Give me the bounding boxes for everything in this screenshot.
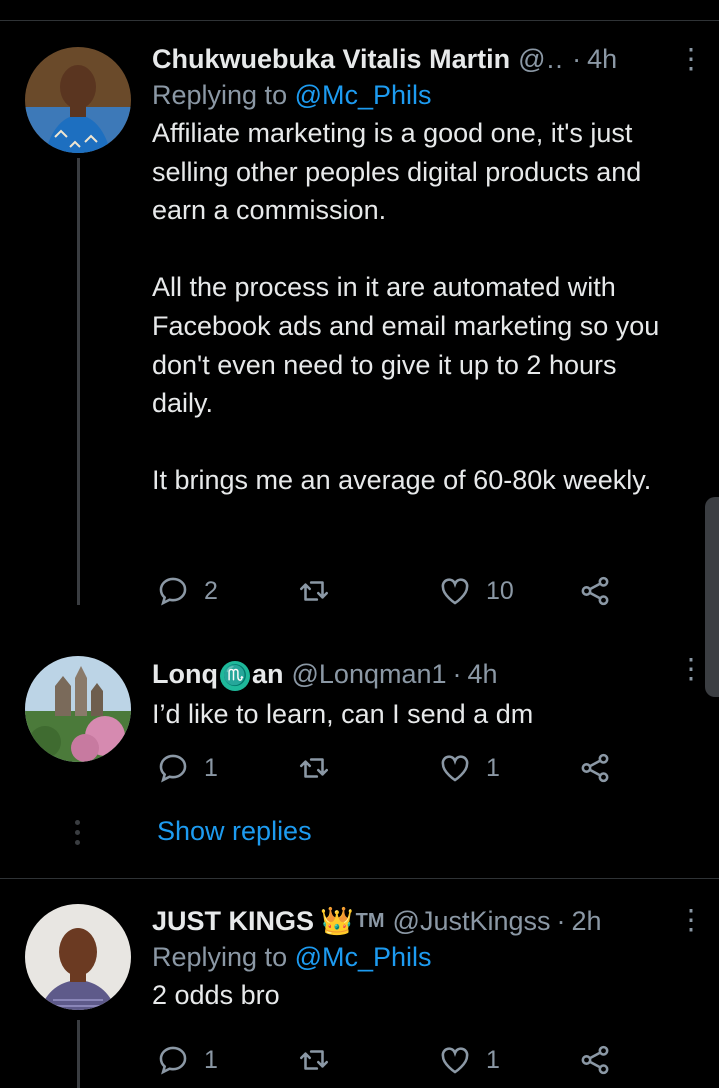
retweet-icon — [299, 758, 329, 778]
reply-icon — [159, 754, 187, 783]
tweet-text: 2 odds bro — [152, 980, 280, 1010]
replying-to: Replying to @Mc_Phils — [152, 76, 671, 114]
display-name[interactable]: Lonq ♏ an — [152, 657, 284, 691]
replying-prefix: Replying to — [152, 80, 295, 110]
reply-button[interactable]: 1 — [156, 751, 218, 785]
crown-emoji-icon: 👑 — [320, 906, 354, 936]
more-options-icon[interactable]: ⋮ — [677, 42, 705, 76]
like-count: 10 — [486, 576, 514, 605]
tweet-actions: 1 1 — [152, 1043, 639, 1083]
thread-continuation-dots — [75, 820, 81, 850]
tweet-header: Chukwuebuka Vitalis Martin @Chukwuebuka … — [152, 42, 671, 76]
retweet-icon — [299, 1050, 329, 1070]
share-button[interactable] — [578, 1043, 612, 1077]
heart-icon — [441, 755, 469, 782]
handle[interactable]: @Chukwuebuka — [518, 42, 566, 76]
more-options-icon[interactable]: ⋮ — [677, 903, 705, 937]
retweet-button[interactable] — [297, 574, 331, 608]
top-divider — [0, 20, 719, 21]
heart-icon — [441, 1047, 469, 1074]
reply-button[interactable]: 1 — [156, 1043, 218, 1077]
handle[interactable]: @Lonqman1 — [292, 657, 447, 691]
retweet-icon — [299, 581, 329, 601]
timestamp[interactable]: 4h — [468, 657, 498, 691]
thread-line — [77, 158, 80, 605]
avatar[interactable] — [25, 47, 131, 153]
timestamp[interactable]: 2h — [572, 904, 602, 938]
retweet-button[interactable] — [297, 751, 331, 785]
tweet-actions: 2 10 — [152, 574, 639, 614]
like-count: 1 — [486, 1045, 500, 1074]
tweet-text: I’d like to learn, can I send a dm — [152, 699, 534, 729]
replying-to: Replying to @Mc_Phils — [152, 938, 671, 976]
separator-dot: · — [572, 44, 582, 74]
reply-count: 2 — [204, 576, 218, 605]
scrollbar-thumb[interactable] — [705, 497, 719, 697]
share-button[interactable] — [578, 574, 612, 608]
retweet-button[interactable] — [297, 1043, 331, 1077]
like-button[interactable]: 1 — [438, 1043, 500, 1077]
like-button[interactable]: 1 — [438, 751, 500, 785]
thread-line — [77, 1020, 80, 1088]
timestamp[interactable]: 4h — [587, 42, 617, 76]
display-name[interactable]: Chukwuebuka Vitalis Martin — [152, 42, 510, 76]
share-button[interactable] — [578, 751, 612, 785]
separator-dot: · — [452, 659, 462, 689]
reply-icon — [159, 1046, 187, 1075]
reply-count: 1 — [204, 1045, 218, 1074]
show-replies-link[interactable]: Show replies — [157, 816, 312, 847]
display-name-part2: an — [251, 659, 284, 689]
tweet-divider — [0, 878, 719, 879]
tweet-actions: 1 1 — [152, 751, 639, 791]
like-count: 1 — [486, 753, 500, 782]
reply-count: 1 — [204, 753, 218, 782]
handle[interactable]: @JustKingss — [393, 904, 551, 938]
tweet-text: Affiliate marketing is a good one, it's … — [152, 118, 660, 496]
display-name-part1: Lonq — [152, 659, 218, 689]
share-icon — [581, 576, 609, 606]
tweet-header: JUST KINGS 👑 TM @JustKingss · 2h — [152, 904, 671, 938]
share-icon — [581, 1045, 609, 1075]
mention-link[interactable]: @Mc_Phils — [295, 942, 432, 972]
share-icon — [581, 753, 609, 783]
reply-button[interactable]: 2 — [156, 574, 218, 608]
scorpio-badge-icon: ♏ — [219, 660, 250, 691]
display-name[interactable]: JUST KINGS — [152, 904, 314, 938]
trademark-icon: TM — [355, 910, 385, 932]
avatar[interactable] — [25, 656, 131, 762]
avatar[interactable] — [25, 904, 131, 1010]
tweet-header: Lonq ♏ an @Lonqman1 · 4h — [152, 657, 671, 691]
more-options-icon[interactable]: ⋮ — [677, 652, 705, 686]
replying-prefix: Replying to — [152, 942, 295, 972]
like-button[interactable]: 10 — [438, 574, 514, 608]
heart-icon — [441, 578, 469, 605]
mention-link[interactable]: @Mc_Phils — [295, 80, 432, 110]
reply-icon — [159, 577, 187, 606]
separator-dot: · — [556, 906, 566, 936]
